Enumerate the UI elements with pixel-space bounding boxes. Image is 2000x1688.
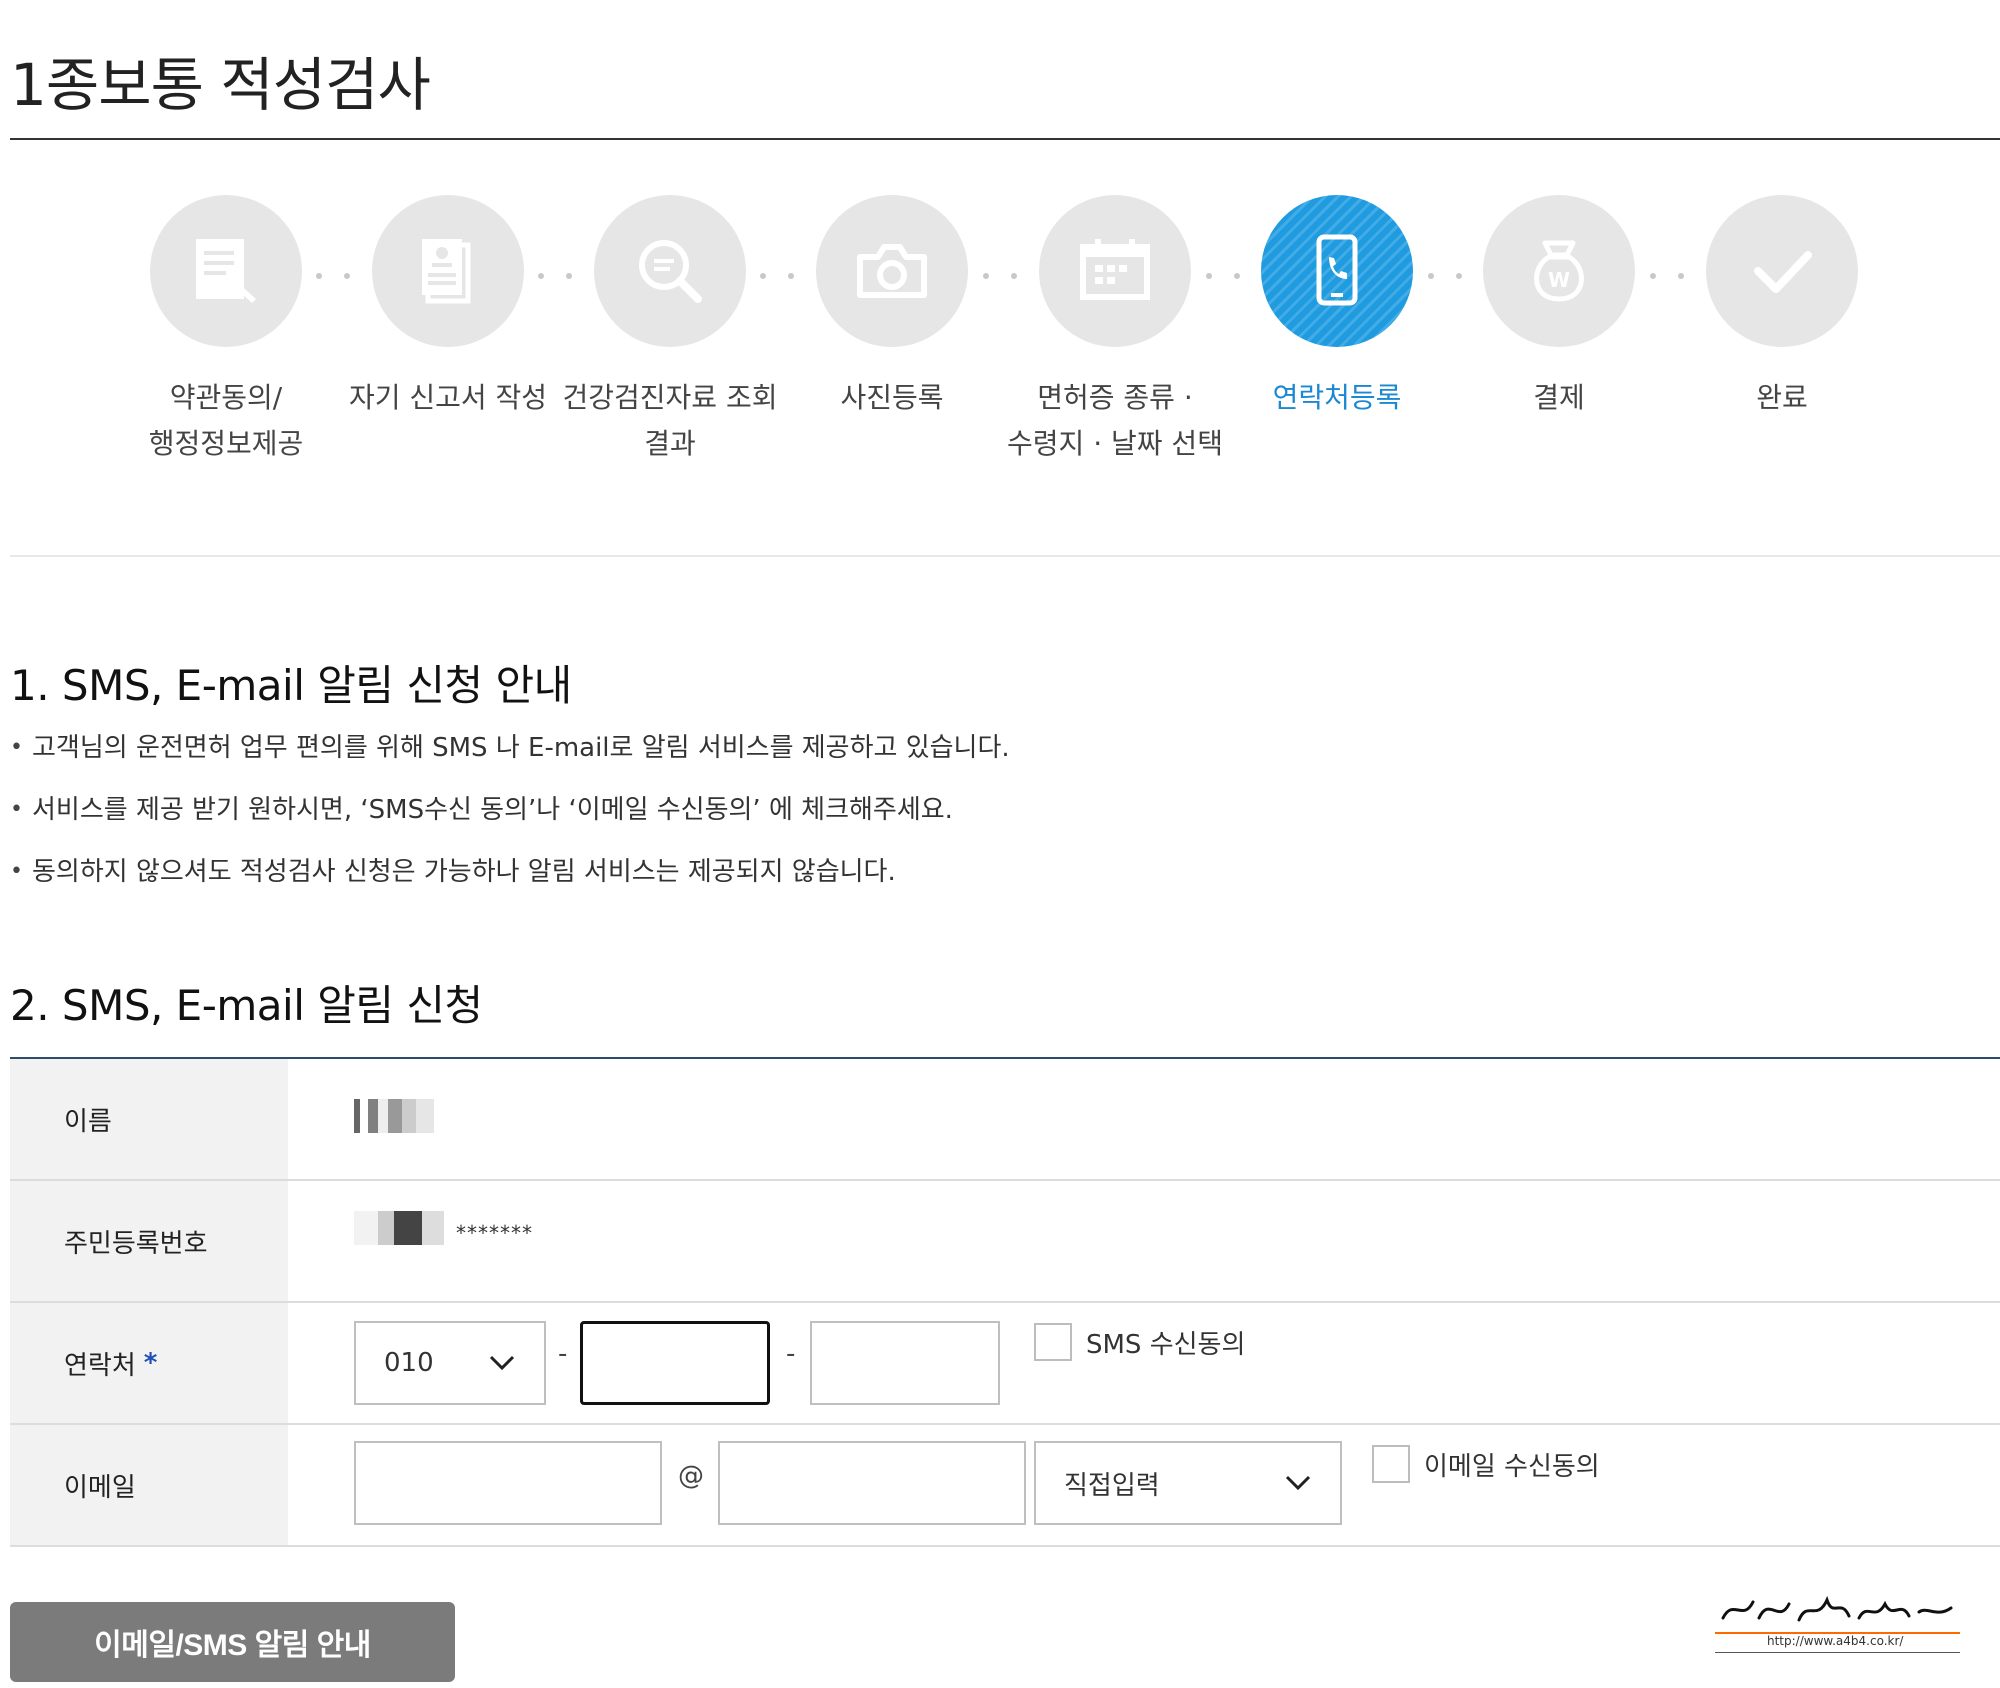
step-label: 사진등록: [840, 381, 944, 414]
row-email: 이메일 @ 직접입력 이메일 수신동의: [10, 1425, 2000, 1547]
id-document-icon: [372, 195, 524, 347]
phone-label: 연락처 *: [10, 1303, 288, 1423]
row-rrn: 주민등록번호 *******: [10, 1181, 2000, 1303]
phone-icon: [1261, 195, 1413, 347]
rrn-value-redacted: [354, 1211, 444, 1245]
watermark: http://www.a4b4.co.kr/: [1715, 1588, 1965, 1658]
step-label: 결제: [1533, 381, 1585, 414]
notice-button[interactable]: 이메일/SMS 알림 안내: [10, 1602, 455, 1682]
phone-last-input[interactable]: [810, 1321, 1000, 1405]
calendar-icon: [1039, 195, 1191, 347]
document-edit-icon: [150, 195, 302, 347]
step-contact: 연락처등록: [1207, 195, 1467, 421]
email-domain-input[interactable]: [718, 1441, 1026, 1525]
step-label: 자기 신고서 작성: [348, 381, 548, 414]
email-label: 이메일: [10, 1425, 288, 1545]
watermark-url: http://www.a4b4.co.kr/: [1767, 1634, 1904, 1648]
progress-steps: 약관동의/ 행정정보제공 자기 신고서 작성 건강검진자료 조회 결과 사진등록…: [0, 195, 2000, 475]
name-value-redacted: [354, 1099, 434, 1133]
money-bag-icon: W: [1483, 195, 1635, 347]
step-label: 연락처등록: [1272, 381, 1402, 414]
step-complete: 완료: [1652, 195, 1912, 421]
phone-separator: -: [558, 1339, 568, 1369]
email-user-input[interactable]: [354, 1441, 662, 1525]
section2-heading: 2. SMS, E-mail 알림 신청: [10, 981, 483, 1030]
step-photo: 사진등록: [762, 195, 1022, 421]
search-document-icon: [594, 195, 746, 347]
svg-text:W: W: [1548, 268, 1570, 292]
rrn-masked: *******: [456, 1221, 533, 1245]
phone-separator: -: [786, 1339, 796, 1369]
checkbox-box[interactable]: [1034, 1323, 1072, 1361]
list-item: 동의하지 않으셔도 적성검사 신청은 가능하나 알림 서비스는 제공되지 않습니…: [10, 852, 1010, 914]
step-label: 완료: [1756, 381, 1808, 414]
sms-consent-checkbox[interactable]: SMS 수신동의: [1034, 1323, 1245, 1361]
notice-list: 고객님의 운전면허 업무 편의를 위해 SMS 나 E-mail로 알림 서비스…: [10, 728, 1010, 914]
step-self-report: 자기 신고서 작성: [318, 195, 578, 421]
chevron-down-icon: [1285, 1475, 1311, 1491]
contact-form: 이름 주민등록번호 ******* 연락처 * 010 - - SMS 수신동의 …: [10, 1057, 2000, 1547]
list-item: 서비스를 제공 받기 원하시면, ‘SMS수신 동의’나 ‘이메일 수신동의’ …: [10, 790, 1010, 852]
step-label: 면허증 종류 · 수령지 · 날짜 선택: [1007, 381, 1223, 460]
section-divider: [10, 555, 2000, 557]
email-at-sign: @: [678, 1461, 704, 1491]
step-terms: 약관동의/ 행정정보제공: [96, 195, 356, 467]
checkbox-box[interactable]: [1372, 1445, 1410, 1483]
check-icon: [1706, 195, 1858, 347]
page-title: 1종보통 적성검사: [10, 51, 431, 119]
row-phone: 연락처 * 010 - - SMS 수신동의: [10, 1303, 2000, 1425]
email-domain-select[interactable]: 직접입력: [1034, 1441, 1342, 1525]
step-label: 약관동의/ 행정정보제공: [148, 381, 304, 460]
step-health-check: 건강검진자료 조회 결과: [540, 195, 800, 467]
step-label: 건강검진자료 조회 결과: [562, 381, 778, 460]
step-license-type: 면허증 종류 · 수령지 · 날짜 선택: [985, 195, 1245, 467]
phone-middle-input[interactable]: [580, 1321, 770, 1405]
required-mark: *: [143, 1348, 158, 1378]
step-payment: W 결제: [1429, 195, 1689, 421]
row-name: 이름: [10, 1059, 2000, 1181]
rrn-label: 주민등록번호: [10, 1181, 288, 1301]
email-consent-checkbox[interactable]: 이메일 수신동의: [1372, 1445, 1600, 1483]
watermark-signature: [1721, 1595, 1953, 1622]
phone-prefix-select[interactable]: 010: [354, 1321, 546, 1405]
list-item: 고객님의 운전면허 업무 편의를 위해 SMS 나 E-mail로 알림 서비스…: [10, 728, 1010, 790]
camera-icon: [816, 195, 968, 347]
chevron-down-icon: [489, 1355, 515, 1371]
name-label: 이름: [10, 1059, 288, 1179]
section1-heading: 1. SMS, E-mail 알림 신청 안내: [10, 661, 572, 710]
title-divider: [10, 138, 2000, 140]
